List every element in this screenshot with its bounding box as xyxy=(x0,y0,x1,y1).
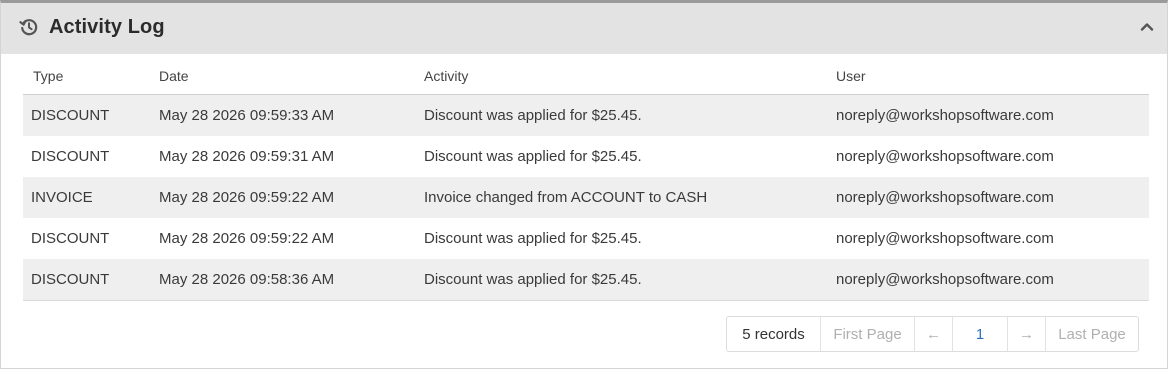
cell-user: noreply@workshopsoftware.com xyxy=(836,94,1149,136)
activity-log-panel: Activity Log Type Date Activity User DIS… xyxy=(0,0,1168,369)
cell-date: May 28 2026 09:59:22 AM xyxy=(159,218,424,259)
records-count: 5 records xyxy=(727,317,821,351)
cell-activity: Discount was applied for $25.45. xyxy=(424,218,836,259)
column-header-activity: Activity xyxy=(424,57,836,95)
cell-activity: Discount was applied for $25.45. xyxy=(424,136,836,177)
history-icon xyxy=(19,19,38,36)
last-page-button[interactable]: Last Page xyxy=(1046,317,1138,351)
table-row: DISCOUNT May 28 2026 09:59:31 AM Discoun… xyxy=(23,136,1149,177)
page-number-1[interactable]: 1 xyxy=(953,317,1008,351)
cell-type: DISCOUNT xyxy=(23,259,159,301)
activity-table: Type Date Activity User DISCOUNT May 28 … xyxy=(23,57,1149,301)
cell-date: May 28 2026 09:58:36 AM xyxy=(159,259,424,301)
table-row: DISCOUNT May 28 2026 09:59:22 AM Discoun… xyxy=(23,218,1149,259)
cell-type: DISCOUNT xyxy=(23,218,159,259)
chevron-up-icon[interactable] xyxy=(1139,19,1155,35)
cell-date: May 28 2026 09:59:31 AM xyxy=(159,136,424,177)
cell-user: noreply@workshopsoftware.com xyxy=(836,177,1149,218)
cell-user: noreply@workshopsoftware.com xyxy=(836,259,1149,301)
cell-user: noreply@workshopsoftware.com xyxy=(836,136,1149,177)
column-header-date: Date xyxy=(159,57,424,95)
first-page-button[interactable]: First Page xyxy=(821,317,915,351)
cell-type: INVOICE xyxy=(23,177,159,218)
cell-type: DISCOUNT xyxy=(23,136,159,177)
table-row: INVOICE May 28 2026 09:59:22 AM Invoice … xyxy=(23,177,1149,218)
table-header-row: Type Date Activity User xyxy=(23,57,1149,95)
panel-header[interactable]: Activity Log xyxy=(1,3,1167,54)
activity-table-container: Type Date Activity User DISCOUNT May 28 … xyxy=(23,57,1149,301)
column-header-user: User xyxy=(836,57,1149,95)
panel-title: Activity Log xyxy=(49,16,165,38)
cell-date: May 28 2026 09:59:22 AM xyxy=(159,177,424,218)
cell-activity: Discount was applied for $25.45. xyxy=(424,259,836,301)
table-row: DISCOUNT May 28 2026 09:59:33 AM Discoun… xyxy=(23,94,1149,136)
table-row: DISCOUNT May 28 2026 09:58:36 AM Discoun… xyxy=(23,259,1149,301)
column-header-type: Type xyxy=(23,57,159,95)
pagination: 5 records First Page ← 1 → Last Page xyxy=(726,316,1139,352)
cell-type: DISCOUNT xyxy=(23,94,159,136)
cell-user: noreply@workshopsoftware.com xyxy=(836,218,1149,259)
previous-page-button[interactable]: ← xyxy=(915,317,953,351)
cell-date: May 28 2026 09:59:33 AM xyxy=(159,94,424,136)
next-page-button[interactable]: → xyxy=(1008,317,1046,351)
cell-activity: Invoice changed from ACCOUNT to CASH xyxy=(424,177,836,218)
cell-activity: Discount was applied for $25.45. xyxy=(424,94,836,136)
